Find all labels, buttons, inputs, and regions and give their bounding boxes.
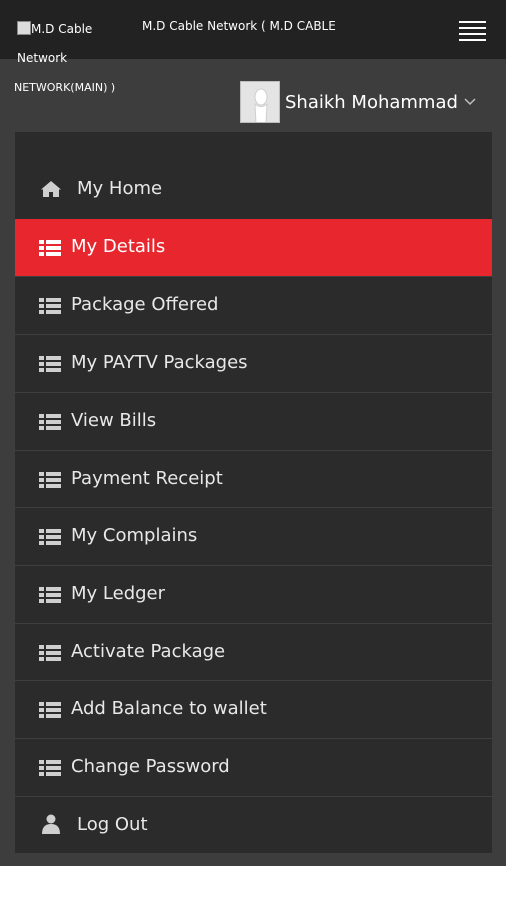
menu-item-label: Payment Receipt xyxy=(71,468,223,489)
menu-item-my-complains[interactable]: My Complains xyxy=(15,507,492,564)
list-icon xyxy=(39,472,61,488)
app-screen: M.D Cable Network M.D Cable Network ( M.… xyxy=(0,0,506,866)
home-icon xyxy=(41,181,61,197)
menu-item-label: Activate Package xyxy=(71,641,226,662)
logo-alt-text-line2: Network xyxy=(17,51,68,65)
menu-item-activate-package[interactable]: Activate Package xyxy=(15,623,492,680)
user-avatar-icon xyxy=(240,81,280,123)
menu-item-label: Add Balance to wallet xyxy=(71,698,267,719)
list-icon xyxy=(39,298,61,314)
menu-item-add-balance-to-wallet[interactable]: Add Balance to wallet xyxy=(15,680,492,737)
chevron-down-icon xyxy=(464,98,476,106)
menu-item-label: Package Offered xyxy=(71,294,219,315)
menu-item-change-password[interactable]: Change Password xyxy=(15,738,492,795)
list-icon xyxy=(39,587,61,603)
menu-item-view-bills[interactable]: View Bills xyxy=(15,392,492,449)
menu-item-my-ledger[interactable]: My Ledger xyxy=(15,565,492,622)
menu-item-label: Log Out xyxy=(77,814,148,835)
broken-image-icon xyxy=(17,21,31,35)
top-bar: M.D Cable Network M.D Cable Network ( M.… xyxy=(0,0,506,65)
list-icon xyxy=(39,529,61,545)
menu-item-my-details[interactable]: My Details xyxy=(15,219,492,276)
menu-item-label: My Details xyxy=(71,236,166,257)
bottom-blank-area xyxy=(0,866,506,900)
network-title-continued: NETWORK(MAIN) ) xyxy=(14,81,116,94)
user-profile-dropdown[interactable]: Shaikh Mohammad xyxy=(240,81,490,125)
menu-item-label: My PAYTV Packages xyxy=(71,352,248,373)
list-icon xyxy=(39,356,61,372)
menu-item-log-out[interactable]: Log Out xyxy=(15,796,492,853)
menu-item-label: My Complains xyxy=(71,525,198,546)
user-name: Shaikh Mohammad xyxy=(285,92,458,113)
list-icon xyxy=(39,645,61,661)
menu-item-my-home[interactable]: My Home xyxy=(15,161,492,218)
network-title: M.D Cable Network ( M.D CABLE xyxy=(142,19,336,33)
menu-item-label: Change Password xyxy=(71,756,230,777)
hamburger-icon[interactable] xyxy=(459,21,486,41)
list-icon xyxy=(39,702,61,718)
list-icon xyxy=(39,760,61,776)
menu-item-label: My Home xyxy=(77,178,163,199)
menu-item-label: View Bills xyxy=(71,410,157,431)
logo-image[interactable]: M.D Cable Network xyxy=(17,21,135,71)
menu-item-label: My Ledger xyxy=(71,583,166,604)
list-icon xyxy=(39,414,61,430)
list-icon xyxy=(39,240,61,256)
logo-alt-text-line1: M.D Cable xyxy=(31,22,93,36)
menu-item-my-paytv-packages[interactable]: My PAYTV Packages xyxy=(15,334,492,391)
person-icon xyxy=(42,814,60,834)
menu-item-package-offered[interactable]: Package Offered xyxy=(15,276,492,333)
side-menu: My Home My Details Package Offered My PA… xyxy=(15,132,492,853)
menu-item-payment-receipt[interactable]: Payment Receipt xyxy=(15,450,492,507)
